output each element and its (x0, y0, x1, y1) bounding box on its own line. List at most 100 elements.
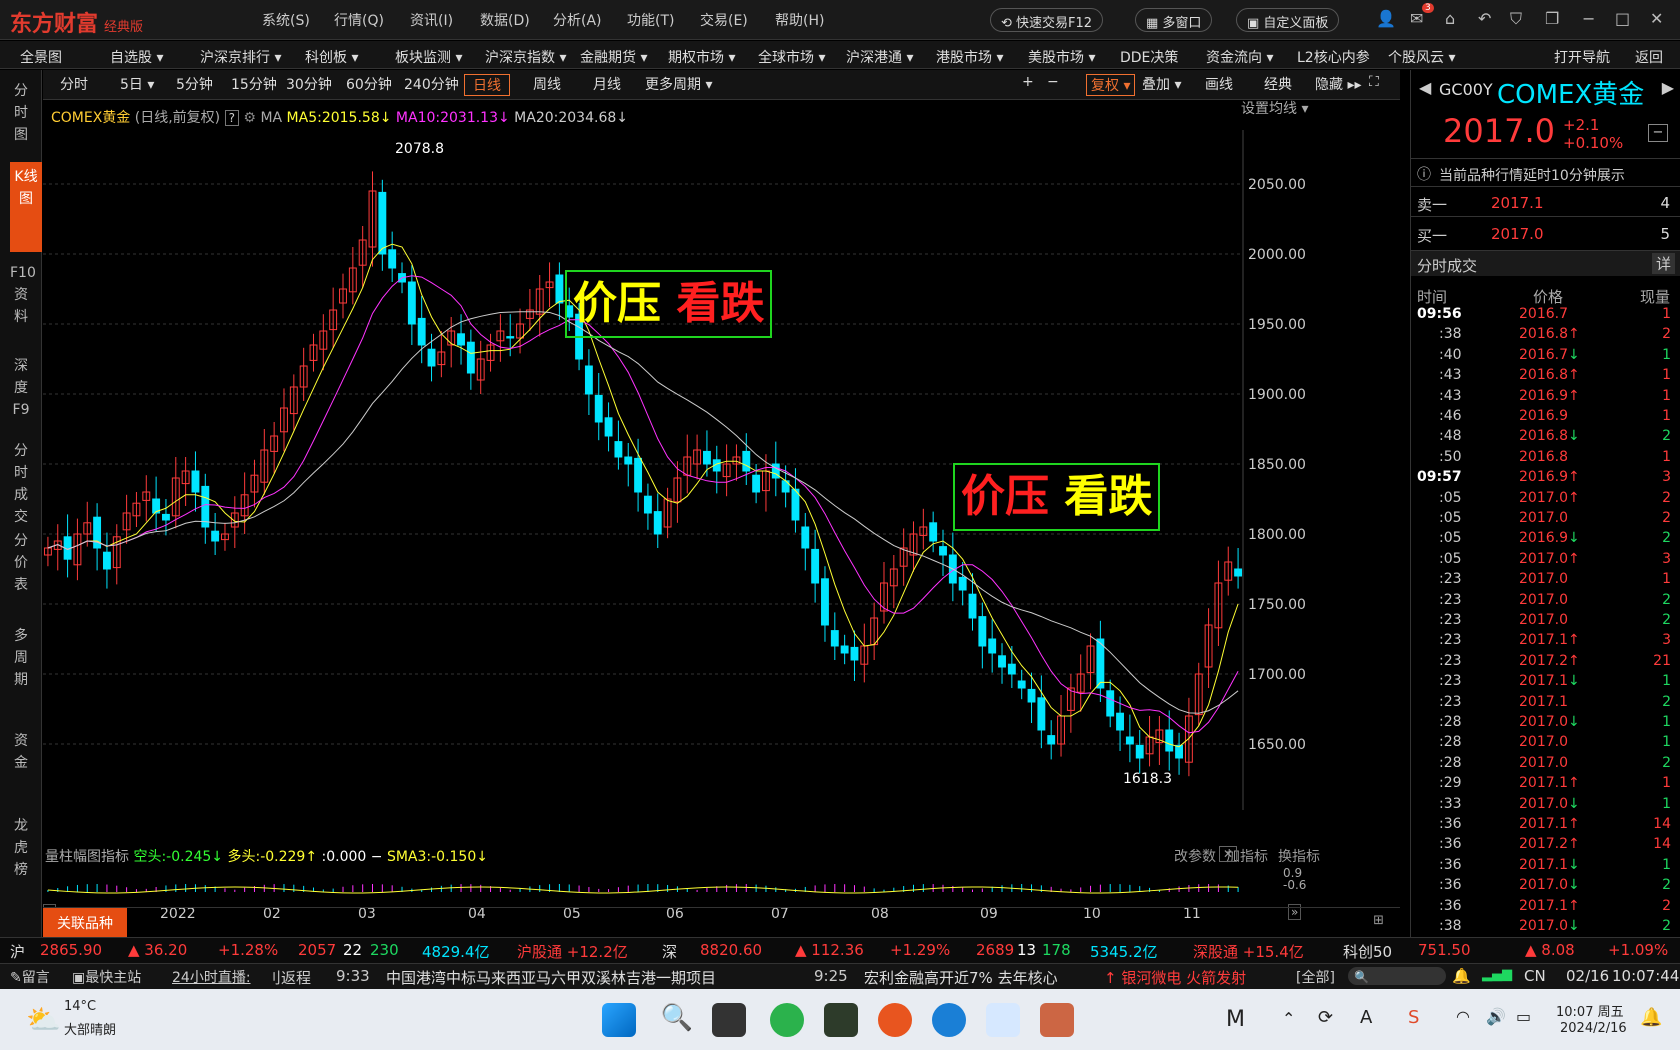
menu-item[interactable]: 帮助(H) (775, 10, 824, 30)
chart-tool-button[interactable]: 经典 (1264, 74, 1292, 94)
nav-item[interactable]: L2核心内参 (1297, 47, 1370, 67)
user-icon[interactable]: 👤 (1376, 9, 1396, 28)
sidebar-item[interactable]: K线图 (10, 162, 42, 252)
nav-item[interactable]: 沪深京指数 ▾ (485, 47, 566, 67)
menu-item[interactable]: 分析(A) (553, 10, 602, 30)
shirt-icon[interactable]: ⛉ (1510, 9, 1522, 29)
snipping-icon[interactable] (986, 1003, 1020, 1037)
open-nav-button[interactable]: 打开导航 (1554, 47, 1610, 67)
back-button[interactable]: 返回 (1635, 47, 1663, 67)
mail-icon[interactable]: ✉ 3 (1410, 3, 1434, 28)
minimize-icon[interactable]: − (1582, 9, 1595, 28)
news-item-2[interactable]: 宏利金融高开近7% 去年核心 (864, 967, 1100, 988)
windows-start-icon[interactable] (602, 1003, 636, 1037)
news-item-1[interactable]: 中国港湾中标马来西亚马六甲双溪林吉港一期项目 (386, 967, 716, 988)
terminal-app-icon[interactable] (824, 1003, 858, 1037)
sidebar-item[interactable]: 资金 (10, 730, 32, 774)
menu-item[interactable]: 交易(E) (700, 10, 748, 30)
chart-tool-button[interactable]: − (1047, 74, 1059, 90)
indicator-button[interactable]: 换指标 (1278, 849, 1320, 865)
related-products-tab[interactable]: 关联品种 (43, 908, 127, 938)
chart-tool-button[interactable]: + (1022, 74, 1034, 90)
battery-icon[interactable]: ▭ (1516, 1007, 1531, 1026)
period-tab[interactable]: 15分钟 (231, 74, 277, 94)
browser-360-icon[interactable] (770, 1003, 804, 1037)
search-input[interactable]: 🔍 (1348, 967, 1446, 985)
period-tab[interactable]: 5分钟 (176, 74, 213, 94)
period-tab[interactable]: 30分钟 (286, 74, 332, 94)
sidebar-item[interactable]: 龙虎榜 (10, 815, 32, 881)
nav-item[interactable]: 个股风云 ▾ (1388, 47, 1455, 67)
menu-item[interactable]: 功能(T) (627, 10, 674, 30)
quick-trade-button[interactable]: ⟲ 快速交易F12 (990, 8, 1104, 32)
collapse-icon[interactable]: − (1648, 124, 1668, 142)
ticks-list[interactable]: 09:56 2016.7 1:38 2016.8↑ 2:40 2016.7↓ 1:43 201… (1411, 306, 1680, 946)
close-icon[interactable]: ✕ (1650, 9, 1663, 28)
fullscreen-icon[interactable]: ⛶ (1369, 74, 1379, 90)
menu-item[interactable]: 行情(Q) (334, 10, 384, 30)
nav-item[interactable]: 港股市场 ▾ (936, 47, 1003, 67)
nav-item[interactable]: 全景图 (20, 47, 62, 67)
gear-icon[interactable]: ⚙ (243, 110, 256, 126)
undo-icon[interactable]: ↶ (1478, 9, 1491, 28)
candlestick-chart[interactable]: 2050.00 2000.00 1950.00 1900.00 1850.00 1800.… (43, 130, 1400, 810)
weather-icon[interactable]: ⛅ (26, 1003, 61, 1036)
home-icon[interactable]: ⌂ (1445, 9, 1455, 28)
next-arrow-icon[interactable]: ▶ (1662, 78, 1674, 97)
wifi-icon[interactable]: ◠ (1456, 1007, 1470, 1026)
help-icon[interactable]: ? (224, 110, 239, 126)
nav-item[interactable]: 自选股 ▾ (110, 47, 163, 67)
period-tab[interactable]: 月线 (593, 74, 621, 94)
window-icon[interactable]: ❐ (1545, 9, 1559, 28)
ma-settings-button[interactable]: 设置均线 ▾ (1241, 98, 1308, 118)
prev-arrow-icon[interactable]: ◀ (1419, 78, 1431, 97)
close-indicator-icon[interactable]: ✕ (1219, 846, 1238, 862)
expand-icon[interactable]: ⊞ (1373, 913, 1384, 928)
period-tab[interactable]: 60分钟 (346, 74, 392, 94)
maximize-icon[interactable]: □ (1615, 9, 1630, 28)
period-tab[interactable]: 周线 (533, 74, 561, 94)
custom-panel-button[interactable]: ▣ 自定义面板 (1236, 8, 1340, 32)
menu-item[interactable]: 资讯(I) (410, 10, 453, 30)
speaker-icon[interactable]: 🔊 (1486, 1007, 1506, 1026)
indicator-button[interactable]: 改参数 (1174, 849, 1216, 865)
chart-tool-button[interactable]: 复权 ▾ (1086, 74, 1136, 96)
sidebar-item[interactable]: 多周期 (10, 625, 32, 691)
sidebar-item[interactable]: 深度F9 (10, 355, 32, 421)
sidebar-item[interactable]: 分时图 (10, 80, 32, 146)
edge-icon[interactable] (932, 1003, 966, 1037)
period-tab[interactable]: 240分钟 (404, 74, 459, 94)
chart-tool-button[interactable]: 画线 (1205, 74, 1233, 94)
chart-tool-button[interactable]: 隐藏 ▸▸ (1315, 74, 1362, 94)
app-m-icon[interactable]: M (1226, 1007, 1245, 1032)
app-s-icon[interactable]: S (1408, 1007, 1419, 1028)
nav-item[interactable]: DDE决策 (1120, 47, 1178, 67)
message-link[interactable]: ✎留言 (10, 967, 50, 987)
news-filter[interactable]: [全部] (1296, 967, 1335, 987)
paint-icon[interactable] (1040, 1003, 1074, 1037)
sidebar-item[interactable]: 分时成交 (10, 440, 32, 528)
nav-item[interactable]: 板块监测 ▾ (395, 47, 462, 67)
fastest-site-link[interactable]: ▣最快主站 (72, 967, 141, 987)
chevron-up-icon[interactable]: ⌃ (1282, 1009, 1295, 1028)
nav-item[interactable]: 沪深京排行 ▾ (200, 47, 281, 67)
eastmoney-icon[interactable] (878, 1003, 912, 1037)
font-icon[interactable]: A (1360, 1007, 1372, 1028)
nav-item[interactable]: 美股市场 ▾ (1028, 47, 1095, 67)
bell-icon[interactable]: 🔔 (1452, 967, 1471, 985)
sync-icon[interactable]: ⟳ (1318, 1007, 1333, 1028)
period-tab[interactable]: 日线 (464, 74, 510, 96)
chart-tool-button[interactable]: 叠加 ▾ (1142, 74, 1181, 94)
sidebar-item[interactable]: F10资料 (10, 262, 36, 328)
multi-window-button[interactable]: ▦ 多窗口 (1135, 8, 1213, 32)
nav-item[interactable]: 资金流向 ▾ (1206, 47, 1273, 67)
nav-item[interactable]: 科创板 ▾ (305, 47, 358, 67)
period-tab[interactable]: 更多周期 ▾ (645, 74, 712, 94)
nav-item[interactable]: 全球市场 ▾ (758, 47, 825, 67)
hot-news[interactable]: ↑ 银河微电 火箭发射 (1104, 967, 1246, 988)
notification-icon[interactable]: 🔔 (1640, 1007, 1662, 1028)
nav-item[interactable]: 金融期货 ▾ (580, 47, 647, 67)
search-taskbar-icon[interactable]: 🔍 (660, 1003, 694, 1037)
sidebar-item[interactable]: 分价表 (10, 530, 32, 596)
taskbar-clock[interactable]: 10:07 周五 (1556, 1001, 1624, 1020)
